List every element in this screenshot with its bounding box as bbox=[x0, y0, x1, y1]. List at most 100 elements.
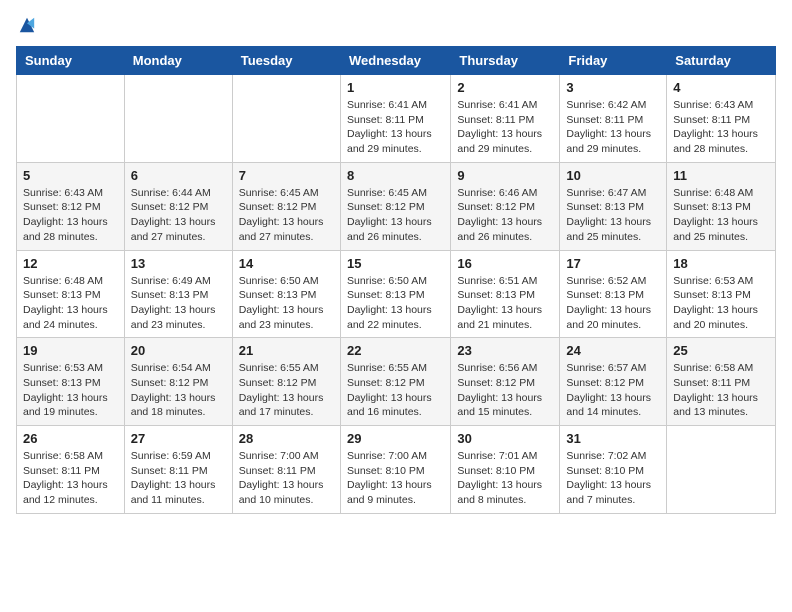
calendar-header-row: SundayMondayTuesdayWednesdayThursdayFrid… bbox=[17, 47, 776, 75]
calendar-cell: 30 Sunrise: 7:01 AM Sunset: 8:10 PM Dayli… bbox=[451, 426, 560, 514]
day-info: Sunrise: 6:58 AM Sunset: 8:11 PM Dayligh… bbox=[673, 361, 769, 420]
page-header bbox=[16, 16, 776, 34]
day-info: Sunrise: 6:50 AM Sunset: 8:13 PM Dayligh… bbox=[239, 274, 334, 333]
day-info: Sunrise: 6:53 AM Sunset: 8:13 PM Dayligh… bbox=[673, 274, 769, 333]
day-number: 2 bbox=[457, 80, 553, 95]
calendar-cell: 7 Sunrise: 6:45 AM Sunset: 8:12 PM Daylig… bbox=[232, 162, 340, 250]
day-number: 4 bbox=[673, 80, 769, 95]
day-info: Sunrise: 6:41 AM Sunset: 8:11 PM Dayligh… bbox=[457, 98, 553, 157]
day-number: 6 bbox=[131, 168, 226, 183]
calendar-cell: 11 Sunrise: 6:48 AM Sunset: 8:13 PM Dayli… bbox=[667, 162, 776, 250]
day-number: 24 bbox=[566, 343, 660, 358]
calendar-cell bbox=[667, 426, 776, 514]
day-number: 28 bbox=[239, 431, 334, 446]
day-number: 12 bbox=[23, 256, 118, 271]
calendar-cell: 6 Sunrise: 6:44 AM Sunset: 8:12 PM Daylig… bbox=[124, 162, 232, 250]
day-number: 27 bbox=[131, 431, 226, 446]
day-number: 1 bbox=[347, 80, 444, 95]
calendar-week-row: 19 Sunrise: 6:53 AM Sunset: 8:13 PM Dayli… bbox=[17, 338, 776, 426]
day-info: Sunrise: 7:00 AM Sunset: 8:10 PM Dayligh… bbox=[347, 449, 444, 508]
calendar-cell bbox=[124, 75, 232, 163]
weekday-header: Sunday bbox=[17, 47, 125, 75]
calendar-cell: 18 Sunrise: 6:53 AM Sunset: 8:13 PM Dayli… bbox=[667, 250, 776, 338]
calendar-cell: 9Sunrise: 6:46 AM Sunset: 8:12 PM Daylig… bbox=[451, 162, 560, 250]
day-info: Sunrise: 6:41 AM Sunset: 8:11 PM Dayligh… bbox=[347, 98, 444, 157]
calendar-cell: 5 Sunrise: 6:43 AM Sunset: 8:12 PM Daylig… bbox=[17, 162, 125, 250]
day-number: 3 bbox=[566, 80, 660, 95]
day-info: Sunrise: 6:47 AM Sunset: 8:13 PM Dayligh… bbox=[566, 186, 660, 245]
calendar-cell: 3 Sunrise: 6:42 AM Sunset: 8:11 PM Daylig… bbox=[560, 75, 667, 163]
calendar-cell: 24 Sunrise: 6:57 AM Sunset: 8:12 PM Dayli… bbox=[560, 338, 667, 426]
day-number: 26 bbox=[23, 431, 118, 446]
day-number: 23 bbox=[457, 343, 553, 358]
calendar-cell: 20 Sunrise: 6:54 AM Sunset: 8:12 PM Dayli… bbox=[124, 338, 232, 426]
calendar-cell bbox=[17, 75, 125, 163]
day-number: 11 bbox=[673, 168, 769, 183]
day-number: 10 bbox=[566, 168, 660, 183]
day-info: Sunrise: 6:53 AM Sunset: 8:13 PM Dayligh… bbox=[23, 361, 118, 420]
calendar-cell: 13Sunrise: 6:49 AM Sunset: 8:13 PM Dayli… bbox=[124, 250, 232, 338]
calendar-week-row: 5 Sunrise: 6:43 AM Sunset: 8:12 PM Daylig… bbox=[17, 162, 776, 250]
day-info: Sunrise: 7:02 AM Sunset: 8:10 PM Dayligh… bbox=[566, 449, 660, 508]
day-info: Sunrise: 6:48 AM Sunset: 8:13 PM Dayligh… bbox=[673, 186, 769, 245]
weekday-header: Saturday bbox=[667, 47, 776, 75]
calendar-cell: 23 Sunrise: 6:56 AM Sunset: 8:12 PM Dayli… bbox=[451, 338, 560, 426]
weekday-header: Wednesday bbox=[340, 47, 450, 75]
calendar-cell bbox=[232, 75, 340, 163]
calendar-cell: 16 Sunrise: 6:51 AM Sunset: 8:13 PM Dayli… bbox=[451, 250, 560, 338]
calendar-cell: 28 Sunrise: 7:00 AM Sunset: 8:11 PM Dayli… bbox=[232, 426, 340, 514]
day-info: Sunrise: 6:51 AM Sunset: 8:13 PM Dayligh… bbox=[457, 274, 553, 333]
day-info: Sunrise: 6:42 AM Sunset: 8:11 PM Dayligh… bbox=[566, 98, 660, 157]
calendar-cell: 15Sunrise: 6:50 AM Sunset: 8:13 PM Dayli… bbox=[340, 250, 450, 338]
day-info: Sunrise: 6:48 AM Sunset: 8:13 PM Dayligh… bbox=[23, 274, 118, 333]
calendar-cell: 8Sunrise: 6:45 AM Sunset: 8:12 PM Daylig… bbox=[340, 162, 450, 250]
calendar-cell: 1 Sunrise: 6:41 AM Sunset: 8:11 PM Daylig… bbox=[340, 75, 450, 163]
calendar-cell: 29 Sunrise: 7:00 AM Sunset: 8:10 PM Dayli… bbox=[340, 426, 450, 514]
calendar-cell: 27 Sunrise: 6:59 AM Sunset: 8:11 PM Dayli… bbox=[124, 426, 232, 514]
logo bbox=[16, 16, 36, 34]
day-number: 30 bbox=[457, 431, 553, 446]
weekday-header: Tuesday bbox=[232, 47, 340, 75]
day-number: 29 bbox=[347, 431, 444, 446]
day-info: Sunrise: 7:01 AM Sunset: 8:10 PM Dayligh… bbox=[457, 449, 553, 508]
calendar-cell: 22Sunrise: 6:55 AM Sunset: 8:12 PM Dayli… bbox=[340, 338, 450, 426]
day-number: 7 bbox=[239, 168, 334, 183]
day-number: 22 bbox=[347, 343, 444, 358]
calendar-cell: 12 Sunrise: 6:48 AM Sunset: 8:13 PM Dayli… bbox=[17, 250, 125, 338]
calendar-cell: 10 Sunrise: 6:47 AM Sunset: 8:13 PM Dayli… bbox=[560, 162, 667, 250]
day-number: 16 bbox=[457, 256, 553, 271]
day-info: Sunrise: 6:54 AM Sunset: 8:12 PM Dayligh… bbox=[131, 361, 226, 420]
calendar-cell: 4Sunrise: 6:43 AM Sunset: 8:11 PM Daylig… bbox=[667, 75, 776, 163]
weekday-header: Monday bbox=[124, 47, 232, 75]
day-number: 20 bbox=[131, 343, 226, 358]
calendar-week-row: 1 Sunrise: 6:41 AM Sunset: 8:11 PM Daylig… bbox=[17, 75, 776, 163]
day-number: 13 bbox=[131, 256, 226, 271]
day-info: Sunrise: 6:56 AM Sunset: 8:12 PM Dayligh… bbox=[457, 361, 553, 420]
day-number: 14 bbox=[239, 256, 334, 271]
day-info: Sunrise: 6:43 AM Sunset: 8:12 PM Dayligh… bbox=[23, 186, 118, 245]
calendar-cell: 17Sunrise: 6:52 AM Sunset: 8:13 PM Dayli… bbox=[560, 250, 667, 338]
calendar-week-row: 12 Sunrise: 6:48 AM Sunset: 8:13 PM Dayli… bbox=[17, 250, 776, 338]
day-info: Sunrise: 6:50 AM Sunset: 8:13 PM Dayligh… bbox=[347, 274, 444, 333]
calendar-cell: 26 Sunrise: 6:58 AM Sunset: 8:11 PM Dayli… bbox=[17, 426, 125, 514]
calendar-week-row: 26 Sunrise: 6:58 AM Sunset: 8:11 PM Dayli… bbox=[17, 426, 776, 514]
day-info: Sunrise: 6:57 AM Sunset: 8:12 PM Dayligh… bbox=[566, 361, 660, 420]
weekday-header: Friday bbox=[560, 47, 667, 75]
calendar-cell: 19 Sunrise: 6:53 AM Sunset: 8:13 PM Dayli… bbox=[17, 338, 125, 426]
calendar-cell: 14 Sunrise: 6:50 AM Sunset: 8:13 PM Dayli… bbox=[232, 250, 340, 338]
day-info: Sunrise: 7:00 AM Sunset: 8:11 PM Dayligh… bbox=[239, 449, 334, 508]
calendar-cell: 21 Sunrise: 6:55 AM Sunset: 8:12 PM Dayli… bbox=[232, 338, 340, 426]
day-info: Sunrise: 6:59 AM Sunset: 8:11 PM Dayligh… bbox=[131, 449, 226, 508]
day-info: Sunrise: 6:45 AM Sunset: 8:12 PM Dayligh… bbox=[239, 186, 334, 245]
day-info: Sunrise: 6:55 AM Sunset: 8:12 PM Dayligh… bbox=[239, 361, 334, 420]
day-info: Sunrise: 6:58 AM Sunset: 8:11 PM Dayligh… bbox=[23, 449, 118, 508]
day-number: 17 bbox=[566, 256, 660, 271]
logo-icon bbox=[18, 16, 36, 34]
day-number: 21 bbox=[239, 343, 334, 358]
calendar-table: SundayMondayTuesdayWednesdayThursdayFrid… bbox=[16, 46, 776, 514]
day-number: 18 bbox=[673, 256, 769, 271]
day-number: 19 bbox=[23, 343, 118, 358]
day-info: Sunrise: 6:44 AM Sunset: 8:12 PM Dayligh… bbox=[131, 186, 226, 245]
day-info: Sunrise: 6:46 AM Sunset: 8:12 PM Dayligh… bbox=[457, 186, 553, 245]
day-number: 5 bbox=[23, 168, 118, 183]
